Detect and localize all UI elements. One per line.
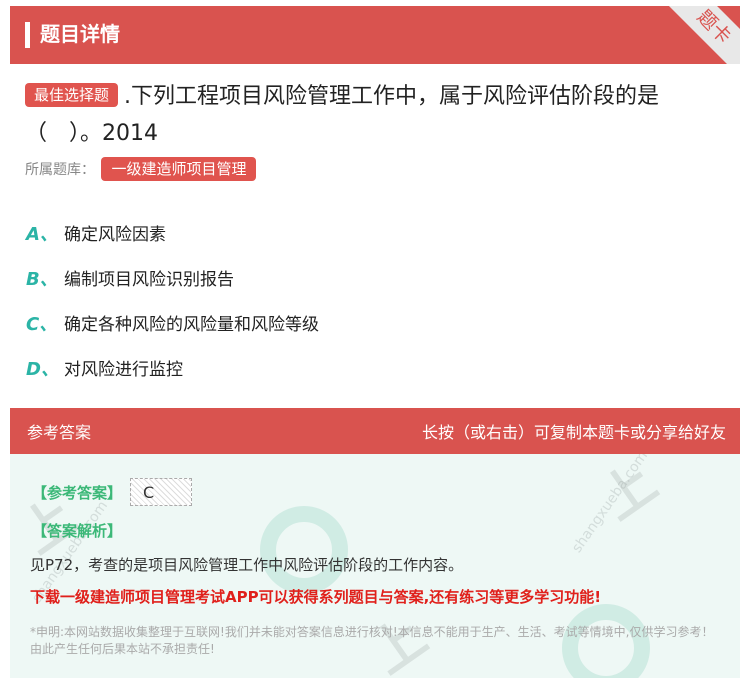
reference-answer: 【参考答案】 C xyxy=(32,478,193,506)
option-letter: B、 xyxy=(26,268,58,290)
analysis-label: 【答案解析】 xyxy=(32,522,123,540)
question-card-ribbon[interactable]: 题卡 xyxy=(659,6,740,64)
option-text: 确定各种风险的风险量和风险等级 xyxy=(64,315,319,335)
question-stem: 最佳选择题 .下列工程项目风险管理工作中，属于风险评估阶段的是（ ）。2014 xyxy=(25,78,730,152)
option-c[interactable]: C、 确定各种风险的风险量和风险等级 xyxy=(26,300,319,345)
option-text: 确定风险因素 xyxy=(64,225,166,245)
option-b[interactable]: B、 编制项目风险识别报告 xyxy=(26,255,319,300)
analysis-text: 见P72，考查的是项目风险管理工作中风险评估阶段的工作内容。 xyxy=(30,556,464,574)
reference-answer-value: C xyxy=(130,478,193,506)
option-d[interactable]: D、 对风险进行监控 xyxy=(26,345,319,390)
question-type-badge: 最佳选择题 xyxy=(25,83,119,107)
answer-section-title: 参考答案 xyxy=(27,423,92,442)
watermark-circle xyxy=(260,506,348,594)
library-label: 所属题库： xyxy=(25,162,95,178)
option-text: 对风险进行监控 xyxy=(64,360,183,380)
question-library: 所属题库： 一级建造师项目管理 xyxy=(25,157,257,182)
question-text: .下列工程项目风险管理工作中，属于风险评估阶段的是（ ）。2014 xyxy=(25,84,660,146)
disclaimer-text: *申明:本网站数据收集整理于互联网!我们并未能对答案信息进行核对!本信息不能用于… xyxy=(30,625,714,656)
app-download-link[interactable]: 下载一级建造师项目管理考试APP可以获得系列题目与答案,还有练习等更多学习功能! xyxy=(30,586,601,607)
option-text: 编制项目风险识别报告 xyxy=(64,270,234,290)
answer-section-header: 参考答案 长按（或右击）可复制本题卡或分享给好友 xyxy=(10,408,740,454)
reference-answer-label: 【参考答案】 xyxy=(32,483,123,502)
page-title: 题目详情 xyxy=(40,22,120,46)
ribbon-label: 题卡 xyxy=(692,6,736,49)
option-letter: A、 xyxy=(26,223,58,245)
options-list: A、 确定风险因素 B、 编制项目风险识别报告 C、 确定各种风险的风险量和风险… xyxy=(26,210,319,390)
option-a[interactable]: A、 确定风险因素 xyxy=(26,210,319,255)
share-hint: 长按（或右击）可复制本题卡或分享给好友 xyxy=(421,423,726,442)
option-letter: C、 xyxy=(26,313,58,335)
option-letter: D、 xyxy=(26,358,59,380)
header-accent-bar xyxy=(25,22,30,48)
answer-section-body: 上 上 上 shangxueba.com shangxueba.com 【参考答… xyxy=(10,454,740,678)
page-header: 题目详情 题卡 xyxy=(10,6,740,64)
library-tag[interactable]: 一级建造师项目管理 xyxy=(101,157,257,181)
